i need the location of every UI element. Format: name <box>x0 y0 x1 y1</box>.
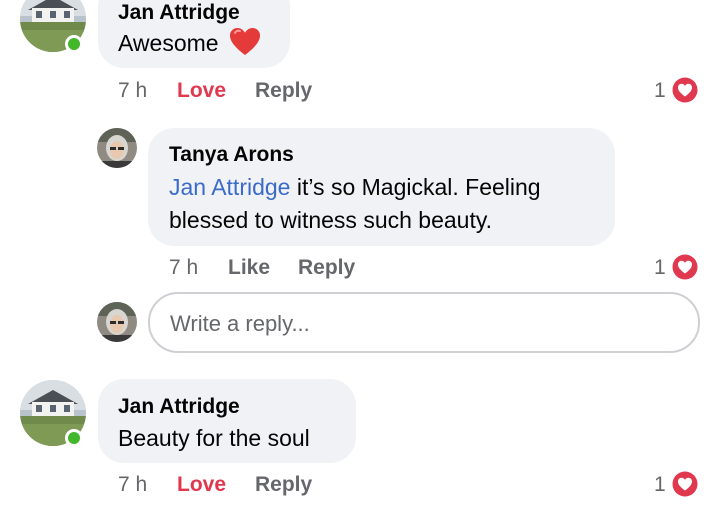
red-heart-emoji-icon <box>229 27 261 66</box>
reply-author[interactable]: Tanya Arons <box>169 142 294 167</box>
reply-action[interactable]: Reply <box>255 473 312 497</box>
comment-text-content: Awesome <box>118 30 219 56</box>
current-user-avatar <box>97 302 137 342</box>
comment-text: Beauty for the soul <box>118 425 310 451</box>
comment-author[interactable]: Jan Attridge <box>118 0 240 25</box>
reaction-count[interactable]: 1 <box>654 256 666 280</box>
reaction-count[interactable]: 1 <box>654 79 666 103</box>
comment-bubble: Jan Attridge Awesome <box>98 0 290 68</box>
love-action[interactable]: Love <box>177 473 226 497</box>
reply-action[interactable]: Reply <box>298 256 355 280</box>
comment-text: Awesome <box>118 27 261 66</box>
reaction-count[interactable]: 1 <box>654 473 666 497</box>
heart-reaction-icon[interactable] <box>670 75 700 105</box>
reply-text-line1: Jan Attridge it’s so Magickal. Feeling <box>169 171 541 204</box>
love-action[interactable]: Love <box>177 79 226 103</box>
reply-text-line2: blessed to witness such beauty. <box>169 207 493 233</box>
comment-author[interactable]: Jan Attridge <box>118 394 240 419</box>
online-status-icon <box>65 429 83 447</box>
online-status-icon <box>65 35 83 53</box>
avatar-tanya-arons[interactable] <box>97 128 137 168</box>
comment-time[interactable]: 7 h <box>118 473 147 497</box>
reply-time[interactable]: 7 h <box>169 256 198 280</box>
like-action[interactable]: Like <box>228 256 270 280</box>
mention-link[interactable]: Jan Attridge <box>169 174 290 200</box>
reply-input[interactable]: Write a reply... <box>148 292 700 353</box>
heart-reaction-icon[interactable] <box>670 469 700 499</box>
reply-input-placeholder: Write a reply... <box>170 311 310 336</box>
comment-bubble: Jan Attridge Beauty for the soul <box>98 379 356 463</box>
reply-text-content: it’s so Magickal. Feeling <box>290 174 541 200</box>
reply-bubble: Tanya Arons Jan Attridge it’s so Magicka… <box>148 128 615 246</box>
heart-reaction-icon[interactable] <box>670 252 700 282</box>
comment-time[interactable]: 7 h <box>118 79 147 103</box>
reply-action[interactable]: Reply <box>255 79 312 103</box>
